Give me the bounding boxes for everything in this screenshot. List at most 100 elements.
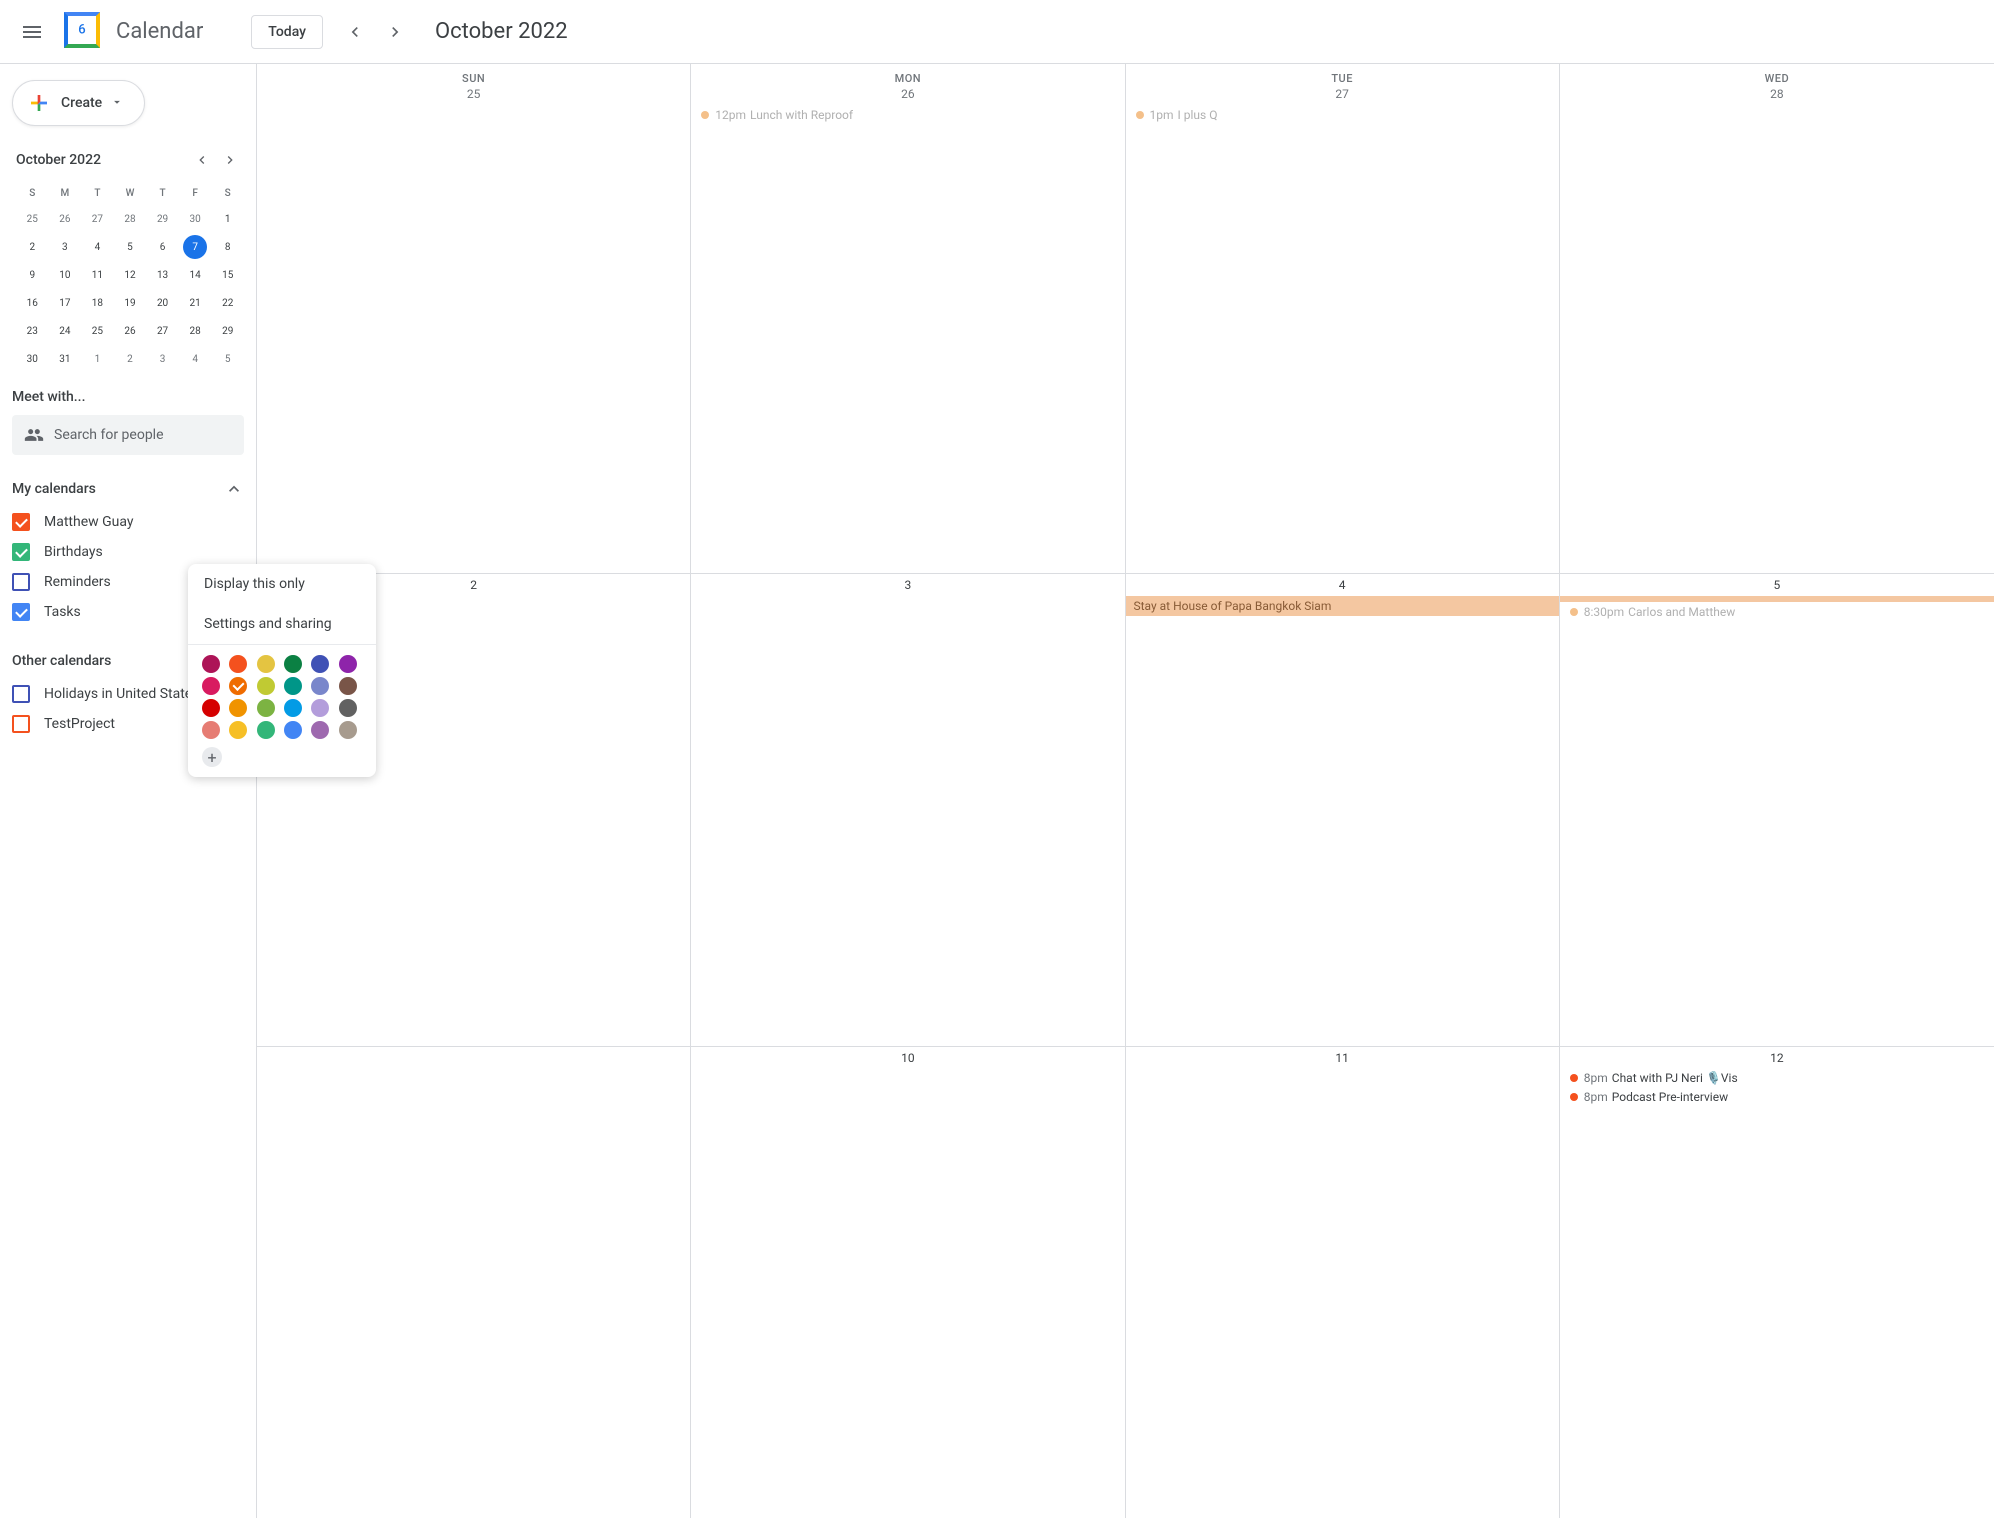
calendar-item[interactable]: Matthew Guay [12,507,244,537]
mini-day[interactable]: 1 [211,205,244,233]
mini-day[interactable]: 3 [146,345,179,373]
mini-day[interactable]: 7 [179,233,212,261]
mini-day[interactable]: 26 [49,205,82,233]
mini-day[interactable]: 30 [16,345,49,373]
calendar-checkbox[interactable] [12,543,30,561]
add-custom-color-button[interactable]: + [202,747,222,767]
mini-day[interactable]: 4 [179,345,212,373]
calendar-checkbox[interactable] [12,603,30,621]
color-swatch[interactable] [202,699,220,717]
mini-day[interactable]: 27 [146,317,179,345]
mini-day[interactable]: 25 [81,317,114,345]
mini-day[interactable]: 28 [114,205,147,233]
mini-day[interactable]: 14 [179,261,212,289]
color-swatch[interactable] [229,655,247,673]
mini-day[interactable]: 5 [211,345,244,373]
mini-day[interactable]: 2 [16,233,49,261]
mini-day[interactable]: 3 [49,233,82,261]
mini-day[interactable]: 28 [179,317,212,345]
color-swatch[interactable] [229,699,247,717]
color-swatch[interactable] [257,677,275,695]
mini-day[interactable]: 4 [81,233,114,261]
event[interactable]: 8pmPodcast Pre-interview [1564,1088,1990,1106]
day-cell[interactable]: 11 [1126,1046,1560,1518]
mini-day[interactable]: 12 [114,261,147,289]
my-calendars-toggle[interactable]: My calendars [12,479,244,499]
day-cell[interactable]: 271pmI plus Q [1126,101,1560,573]
mini-day[interactable]: 27 [81,205,114,233]
day-cell[interactable] [257,1046,691,1518]
mini-day[interactable]: 31 [49,345,82,373]
day-cell[interactable]: 4Stay at House of Papa Bangkok Siam [1126,573,1560,1045]
color-swatch[interactable] [229,677,247,695]
mini-next-button[interactable] [216,146,244,174]
color-swatch[interactable] [339,655,357,673]
color-swatch[interactable] [284,677,302,695]
mini-day[interactable]: 16 [16,289,49,317]
color-swatch[interactable] [202,721,220,739]
day-cell[interactable]: 58:30pmCarlos and Matthew [1560,573,1994,1045]
mini-day[interactable]: 10 [49,261,82,289]
mini-day[interactable]: 26 [114,317,147,345]
mini-day[interactable]: 25 [16,205,49,233]
mini-day[interactable]: 2 [114,345,147,373]
color-swatch[interactable] [257,655,275,673]
calendar-checkbox[interactable] [12,715,30,733]
mini-day[interactable]: 24 [49,317,82,345]
color-swatch[interactable] [202,677,220,695]
color-swatch[interactable] [339,721,357,739]
color-swatch[interactable] [311,721,329,739]
mini-day[interactable]: 23 [16,317,49,345]
color-swatch[interactable] [257,721,275,739]
mini-day[interactable]: 17 [49,289,82,317]
all-day-event[interactable] [1560,596,1994,602]
mini-day[interactable]: 20 [146,289,179,317]
color-swatch[interactable] [202,655,220,673]
calendar-checkbox[interactable] [12,513,30,531]
mini-day[interactable]: 8 [211,233,244,261]
menu-button[interactable] [8,8,56,56]
mini-day[interactable]: 30 [179,205,212,233]
color-swatch[interactable] [339,677,357,695]
create-button[interactable]: Create [12,80,145,126]
mini-day[interactable]: 13 [146,261,179,289]
mini-day[interactable]: 29 [211,317,244,345]
day-cell[interactable]: 3 [691,573,1125,1045]
display-only-option[interactable]: Display this only [188,564,376,604]
mini-day[interactable]: 18 [81,289,114,317]
color-swatch[interactable] [284,721,302,739]
next-month-button[interactable] [375,12,415,52]
event[interactable]: 8:30pmCarlos and Matthew [1564,603,1990,621]
search-people-input[interactable]: Search for people [12,415,244,455]
color-swatch[interactable] [257,699,275,717]
day-cell[interactable]: 128pmChat with PJ Neri 🎙️Vis8pmPodcast P… [1560,1046,1994,1518]
mini-day[interactable]: 11 [81,261,114,289]
mini-day[interactable]: 19 [114,289,147,317]
all-day-event[interactable]: Stay at House of Papa Bangkok Siam [1126,596,1560,616]
color-swatch[interactable] [229,721,247,739]
event[interactable]: 1pmI plus Q [1130,106,1555,124]
day-cell[interactable]: 10 [691,1046,1125,1518]
mini-day[interactable]: 29 [146,205,179,233]
day-cell[interactable]: 2612pmLunch with Reproof [691,101,1125,573]
color-swatch[interactable] [311,699,329,717]
calendar-item[interactable]: Birthdays [12,537,244,567]
day-cell[interactable]: 28 [1560,101,1994,573]
prev-month-button[interactable] [335,12,375,52]
calendar-logo[interactable]: 6 [64,12,104,52]
day-cell[interactable]: 25 [257,101,691,573]
mini-day[interactable]: 21 [179,289,212,317]
event[interactable]: 8pmChat with PJ Neri 🎙️Vis [1564,1069,1990,1087]
calendar-checkbox[interactable] [12,685,30,703]
mini-day[interactable]: 5 [114,233,147,261]
mini-day[interactable]: 1 [81,345,114,373]
color-swatch[interactable] [284,699,302,717]
mini-day[interactable]: 6 [146,233,179,261]
color-swatch[interactable] [284,655,302,673]
color-swatch[interactable] [339,699,357,717]
mini-day[interactable]: 15 [211,261,244,289]
calendar-checkbox[interactable] [12,573,30,591]
settings-sharing-option[interactable]: Settings and sharing [188,604,376,644]
event[interactable]: 12pmLunch with Reproof [695,106,1120,124]
mini-prev-button[interactable] [188,146,216,174]
